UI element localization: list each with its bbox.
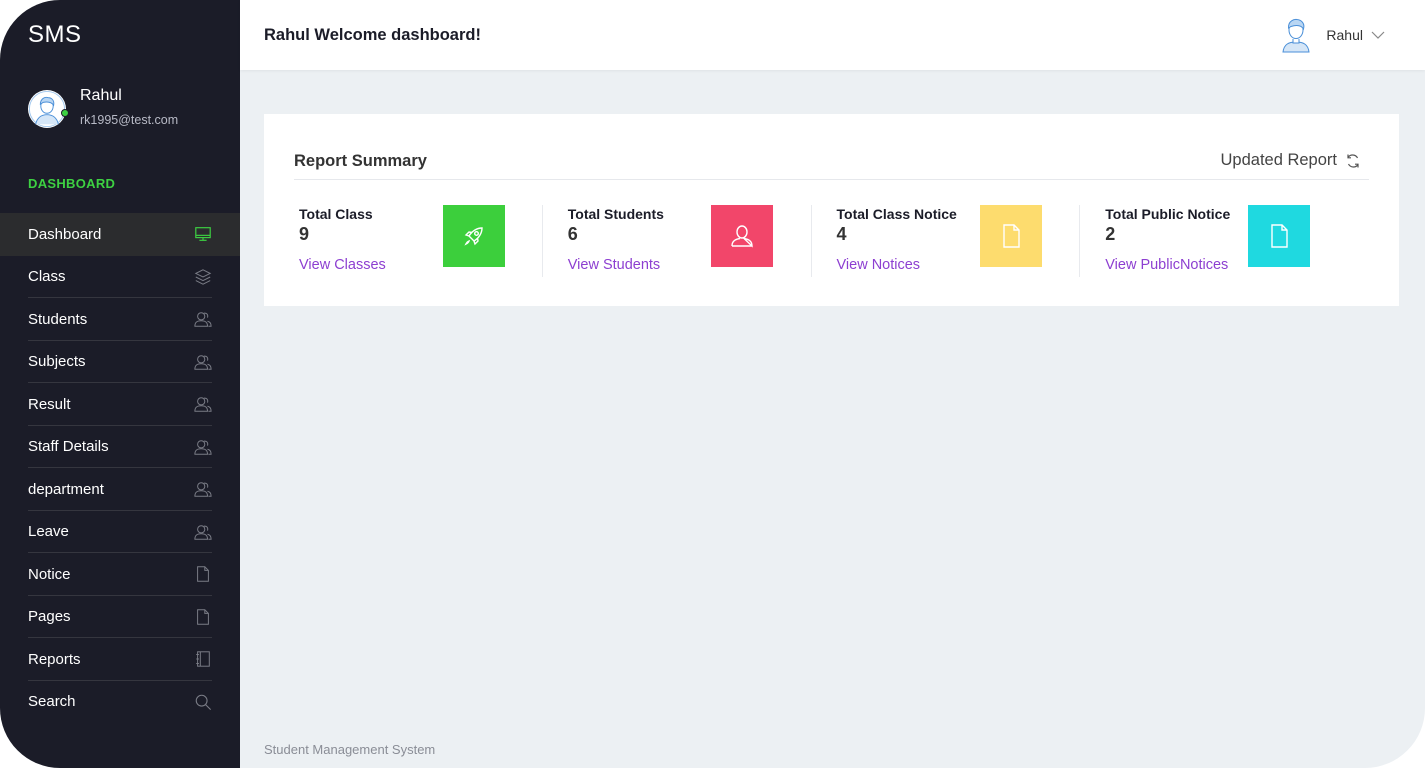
section-label-dashboard: DASHBOARD — [28, 176, 116, 191]
updated-report-button[interactable]: Updated Report — [1221, 144, 1370, 170]
stat-value: 4 — [836, 224, 847, 244]
online-status-dot — [61, 109, 69, 117]
sidebar-item-notice[interactable]: Notice — [0, 553, 240, 596]
stat-label: Total Class Notice — [836, 206, 957, 222]
sidebar-menu: Dashboard Class Students Subjects Result… — [0, 213, 240, 723]
refresh-icon — [1347, 153, 1359, 168]
stat-icon-box — [443, 205, 505, 267]
stats-row: Total Class 9 View Classes Total Student… — [294, 205, 1369, 277]
stat-total-public-notice: Total Public Notice 2 View PublicNotices — [1079, 205, 1369, 277]
stat-icon-box — [710, 205, 773, 267]
avatar-icon — [28, 90, 66, 128]
sidebar-item-label: Reports — [28, 650, 81, 668]
sidebar-item-search[interactable]: Search — [0, 681, 240, 724]
users-icon — [194, 438, 212, 456]
sidebar: SMS Rahul rk1995@test.com DASHBOARD Dash… — [0, 0, 240, 768]
users-icon — [194, 395, 212, 413]
sidebar-user-email: rk1995@test.com — [80, 113, 179, 127]
stat-icon-box — [979, 205, 1042, 267]
view-classes-link[interactable]: View Classes — [299, 257, 386, 273]
sidebar-item-label: Staff Details — [28, 438, 109, 456]
stat-total-class: Total Class 9 View Classes — [294, 205, 563, 277]
card-header: Report Summary Updated Report — [294, 144, 1369, 180]
sidebar-item-label: Notice — [28, 565, 71, 583]
sidebar-item-label: Dashboard — [28, 225, 102, 243]
users-icon — [194, 480, 212, 498]
card-title: Report Summary — [294, 152, 427, 170]
stat-label: Total Public Notice — [1105, 206, 1231, 222]
sidebar-item-dashboard[interactable]: Dashboard — [0, 213, 240, 256]
sidebar-item-label: Students — [28, 310, 88, 328]
sidebar-item-reports[interactable]: Reports — [0, 638, 240, 681]
sidebar-item-students[interactable]: Students — [0, 298, 240, 341]
rocket-icon — [464, 227, 483, 246]
sidebar-item-class[interactable]: Class — [0, 256, 240, 299]
notebook-icon — [194, 650, 212, 668]
avatar-icon — [1282, 18, 1310, 53]
sidebar-item-result[interactable]: Result — [0, 383, 240, 426]
header-user-name: Rahul — [1326, 27, 1363, 43]
sidebar-item-department[interactable]: department — [0, 468, 240, 511]
updated-report-label: Updated Report — [1220, 151, 1338, 169]
file-icon — [1271, 224, 1288, 248]
sidebar-item-leave[interactable]: Leave — [0, 511, 240, 554]
users-icon — [194, 353, 212, 371]
file-icon — [194, 608, 212, 626]
stat-value: 6 — [567, 224, 578, 244]
users-icon — [194, 523, 212, 541]
sidebar-item-label: Class — [28, 268, 66, 286]
sidebar-item-subjects[interactable]: Subjects — [0, 341, 240, 384]
view-public-notices-link[interactable]: View PublicNotices — [1105, 257, 1228, 273]
footer-text: Student Management System — [264, 742, 436, 757]
sidebar-item-label: Subjects — [28, 353, 86, 371]
app-frame: SMS Rahul rk1995@test.com DASHBOARD Dash… — [0, 0, 1425, 768]
brand-logo[interactable]: SMS — [28, 21, 82, 49]
stat-icon-box — [1248, 205, 1311, 267]
top-header: Rahul Welcome dashboard! Rahul — [240, 0, 1425, 70]
sidebar-item-pages[interactable]: Pages — [0, 596, 240, 639]
stat-label: Total Students — [567, 206, 664, 222]
stat-total-class-notice: Total Class Notice 4 View Notices — [810, 205, 1101, 277]
page-title: Rahul Welcome dashboard! — [264, 25, 481, 44]
chevron-down-icon — [1371, 31, 1385, 39]
avatar — [28, 90, 69, 128]
sidebar-item-label: Leave — [28, 523, 69, 541]
users-icon — [194, 310, 212, 328]
file-icon — [1002, 224, 1020, 248]
user-icon — [731, 225, 753, 248]
stat-label: Total Class — [299, 206, 373, 222]
stat-value: 9 — [299, 224, 310, 244]
user-menu[interactable]: Rahul — [1280, 17, 1385, 53]
report-summary-card: Report Summary Updated Report Total Clas… — [264, 114, 1399, 306]
search-icon — [194, 693, 212, 711]
stat-value: 2 — [1105, 224, 1116, 244]
sidebar-item-label: department — [28, 480, 104, 498]
view-notices-link[interactable]: View Notices — [837, 257, 921, 273]
view-students-link[interactable]: View Students — [568, 257, 660, 273]
monitor-icon — [194, 225, 212, 243]
sidebar-profile: Rahul rk1995@test.com — [28, 87, 179, 128]
sidebar-item-label: Result — [28, 395, 71, 413]
sidebar-item-label: Pages — [28, 608, 71, 626]
stat-total-students: Total Students 6 View Students — [541, 205, 832, 277]
sidebar-user-name: Rahul — [80, 87, 122, 104]
layers-icon — [194, 268, 212, 286]
sidebar-item-label: Search — [28, 693, 76, 711]
sidebar-item-staff-details[interactable]: Staff Details — [0, 426, 240, 469]
file-icon — [194, 565, 212, 583]
main-content: Rahul Welcome dashboard! Rahul Report Su… — [240, 0, 1425, 768]
